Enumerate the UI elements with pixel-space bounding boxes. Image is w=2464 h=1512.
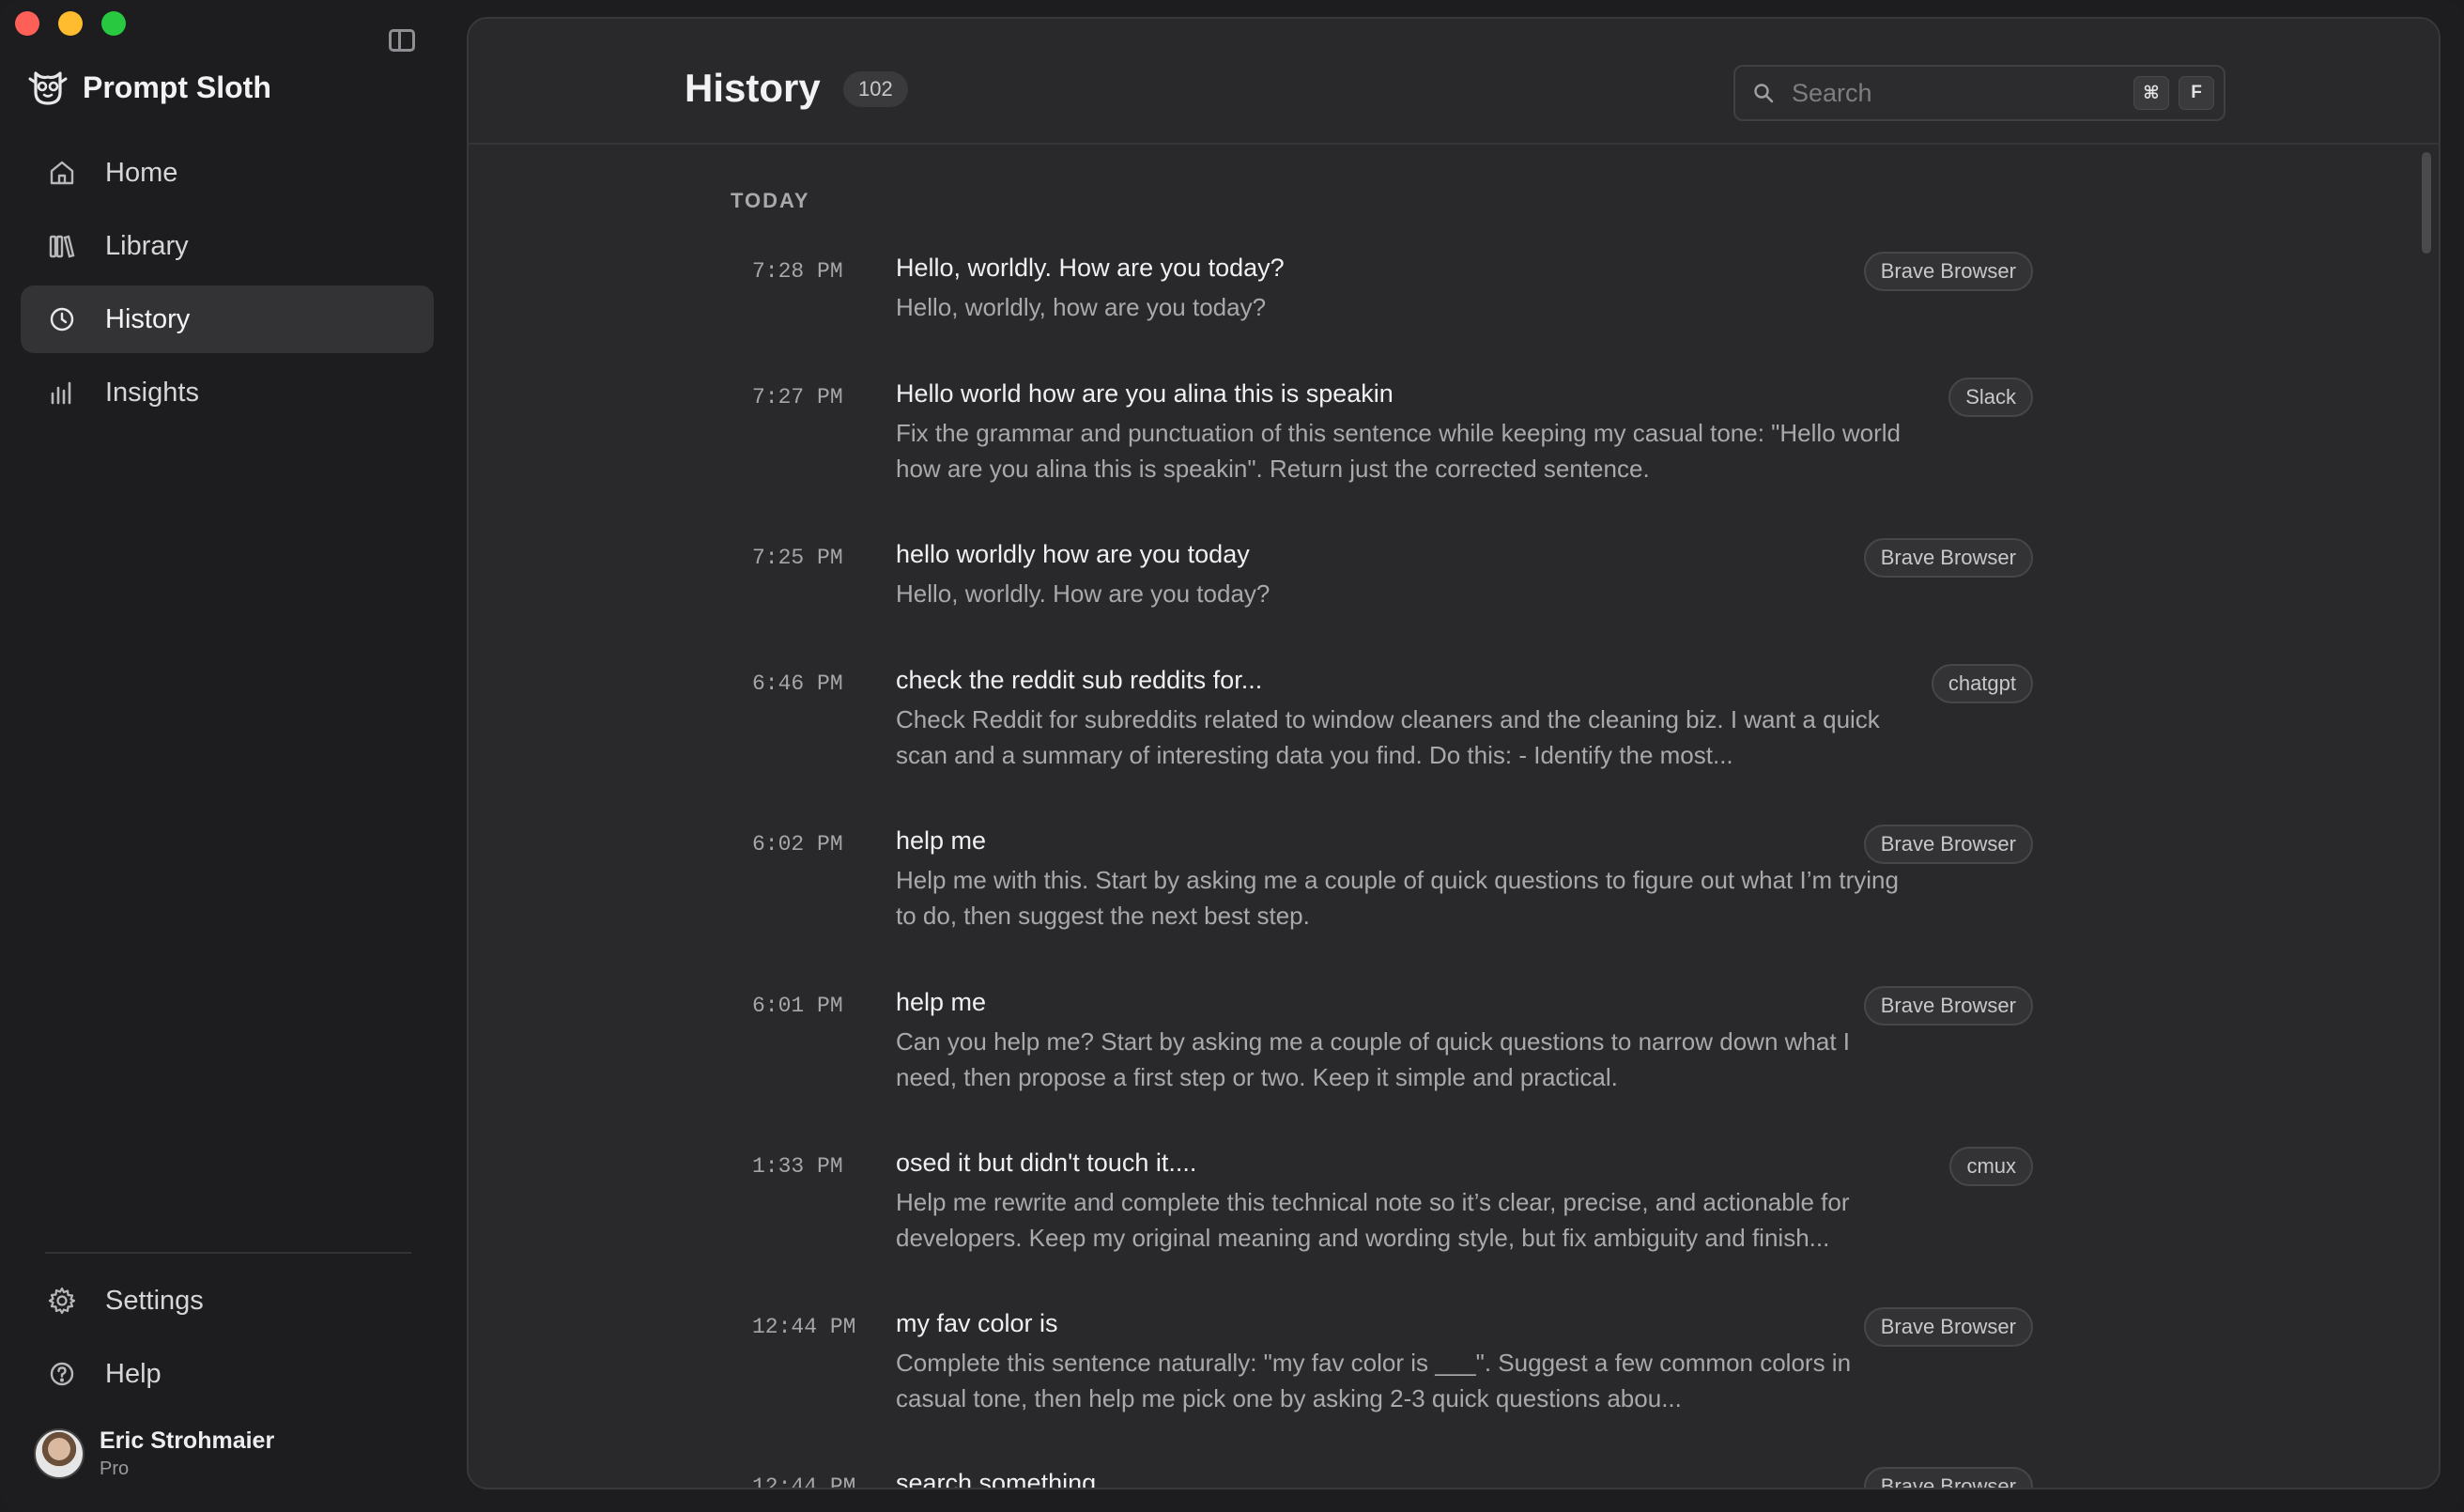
sidebar-item-settings[interactable]: Settings (21, 1267, 434, 1335)
home-icon (50, 161, 74, 185)
entry-title: hello worldly how are you today (896, 540, 1250, 568)
entry-time: 7:28 PM (752, 259, 843, 284)
entry-source-badge: Brave Browser (1863, 252, 2033, 291)
search-icon (1754, 84, 1774, 103)
gear-icon (48, 1287, 76, 1315)
bar-chart-icon (51, 381, 71, 405)
brand: Prompt Sloth (26, 66, 271, 109)
entry-title: check the reddit sub reddits for... (896, 666, 1263, 694)
shortcut-key-cmd: ⌘ (2133, 76, 2169, 110)
main-panel: History 102 ⌘ F TODAY 7:28 PM Hello, worl… (467, 17, 2441, 1489)
page-header: History 102 ⌘ F (469, 19, 2439, 145)
entry-title: search something (896, 1469, 1097, 1489)
entry-title: help me (896, 988, 987, 1016)
sidebar-item-label: Settings (105, 1285, 204, 1316)
help-icon (50, 1362, 74, 1386)
section-label-today: TODAY (731, 189, 810, 212)
sidebar-nav: Home Library History Insights (21, 139, 434, 432)
sidebar-item-label: Library (105, 230, 189, 261)
sidebar-item-library[interactable]: Library (21, 212, 434, 280)
page-title: History (685, 66, 821, 110)
entry-time: 7:27 PM (752, 385, 843, 409)
history-list-scroll-area[interactable]: TODAY 7:28 PM Hello, worldly. How are you… (469, 147, 2439, 1489)
search-input[interactable] (1792, 67, 2133, 119)
entry-source-badge: cmux (1949, 1147, 2033, 1186)
entry-source-badge: Brave Browser (1863, 538, 2033, 578)
entry-time: 6:02 PM (752, 832, 843, 856)
entry-title: osed it but didn't touch it.... (896, 1149, 1197, 1177)
app-window: Prompt Sloth Home Library History Insigh… (0, 0, 2464, 1512)
library-icon (49, 235, 75, 258)
entry-title: Hello, worldly. How are you today? (896, 254, 1285, 282)
entry-source-badge: Brave Browser (1863, 1307, 2033, 1347)
sidebar-item-label: Help (105, 1358, 162, 1389)
entry-source-badge: chatgpt (1931, 664, 2033, 703)
entry-body: Help me rewrite and complete this techni… (896, 1188, 1850, 1252)
entry-title: my fav color is (896, 1309, 1058, 1337)
sidebar-item-label: History (105, 303, 191, 334)
scrollbar-thumb[interactable] (2422, 152, 2431, 254)
entry-time: 6:46 PM (752, 671, 843, 696)
entry-title: help me (896, 826, 987, 855)
entry-body: Hello, worldly, how are you today? (896, 293, 1267, 321)
entry-title: Hello world how are you alina this is sp… (896, 379, 1394, 408)
entry-source-badge: Slack (1948, 378, 2033, 417)
entry-body: Fix the grammar and punctuation of this … (896, 419, 1902, 483)
sidebar-item-label: Insights (105, 377, 199, 408)
entry-source-badge: Brave Browser (1863, 825, 2033, 864)
user-plan: Pro (100, 1458, 130, 1479)
app-name: Prompt Sloth (83, 69, 271, 104)
sidebar-item-home[interactable]: Home (21, 139, 434, 207)
user-profile[interactable]: Eric Strohmaier Pro (34, 1427, 274, 1480)
entry-body: Help me with this. Start by asking me a … (896, 866, 1899, 930)
shortcut-key-f: F (2179, 76, 2214, 110)
entry-body: Check Reddit for subreddits related to w… (896, 705, 1880, 769)
window-controls (15, 11, 126, 36)
entry-time: 12:44 PM (752, 1474, 856, 1489)
search-field[interactable]: ⌘ F (1733, 65, 2225, 121)
entry-body: Hello, worldly. How are you today? (896, 579, 1270, 608)
history-count-badge: 102 (843, 71, 908, 107)
entry-body: Complete this sentence naturally: "my fa… (896, 1349, 1852, 1412)
entry-time: 12:44 PM (752, 1315, 856, 1339)
sloth-logo-icon (28, 71, 68, 105)
entry-body: Can you help me? Start by asking me a co… (896, 1027, 1851, 1091)
entry-time: 6:01 PM (752, 994, 843, 1018)
sidebar-divider (45, 1252, 411, 1254)
minimize-window-button[interactable] (58, 11, 83, 36)
sidebar-bottom-nav: Settings Help (21, 1267, 434, 1413)
entry-time: 1:33 PM (752, 1154, 843, 1179)
maximize-window-button[interactable] (101, 11, 126, 36)
sidebar-item-help[interactable]: Help (21, 1340, 434, 1408)
sidebar-item-history[interactable]: History (21, 285, 434, 353)
close-window-button[interactable] (15, 11, 39, 36)
avatar (34, 1428, 85, 1479)
entry-source-badge: Brave Browser (1863, 986, 2033, 1026)
entry-source-badge: Brave Browser (1863, 1467, 2033, 1488)
entry-time: 7:25 PM (752, 546, 843, 570)
clock-icon (50, 307, 74, 332)
sidebar-toggle-icon[interactable] (389, 29, 415, 52)
sidebar-item-label: Home (105, 157, 178, 188)
user-name: Eric Strohmaier (100, 1427, 275, 1454)
sidebar-item-insights[interactable]: Insights (21, 359, 434, 426)
